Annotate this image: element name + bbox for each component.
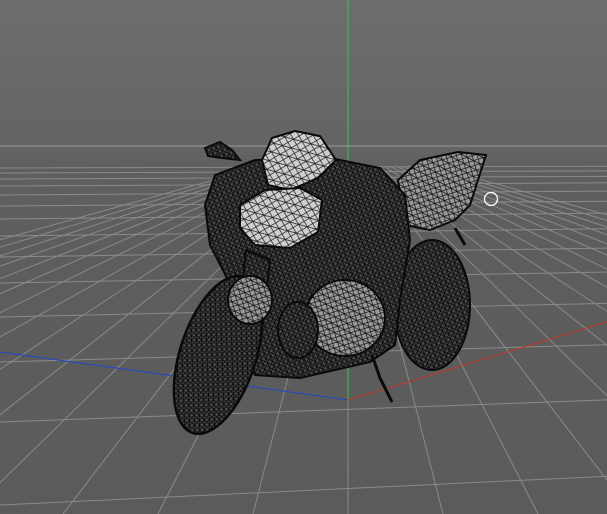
grid-line <box>0 399 607 423</box>
engine-cover[interactable] <box>277 301 319 359</box>
grid-line <box>0 475 607 506</box>
front-fender[interactable] <box>227 275 273 325</box>
viewport-canvas[interactable] <box>0 0 607 514</box>
left-mirror[interactable] <box>203 140 243 162</box>
3d-viewport[interactable] <box>0 0 607 514</box>
circle-cursor-icon <box>483 191 499 207</box>
tail-fairing[interactable] <box>396 150 488 232</box>
kickstand <box>370 354 394 403</box>
